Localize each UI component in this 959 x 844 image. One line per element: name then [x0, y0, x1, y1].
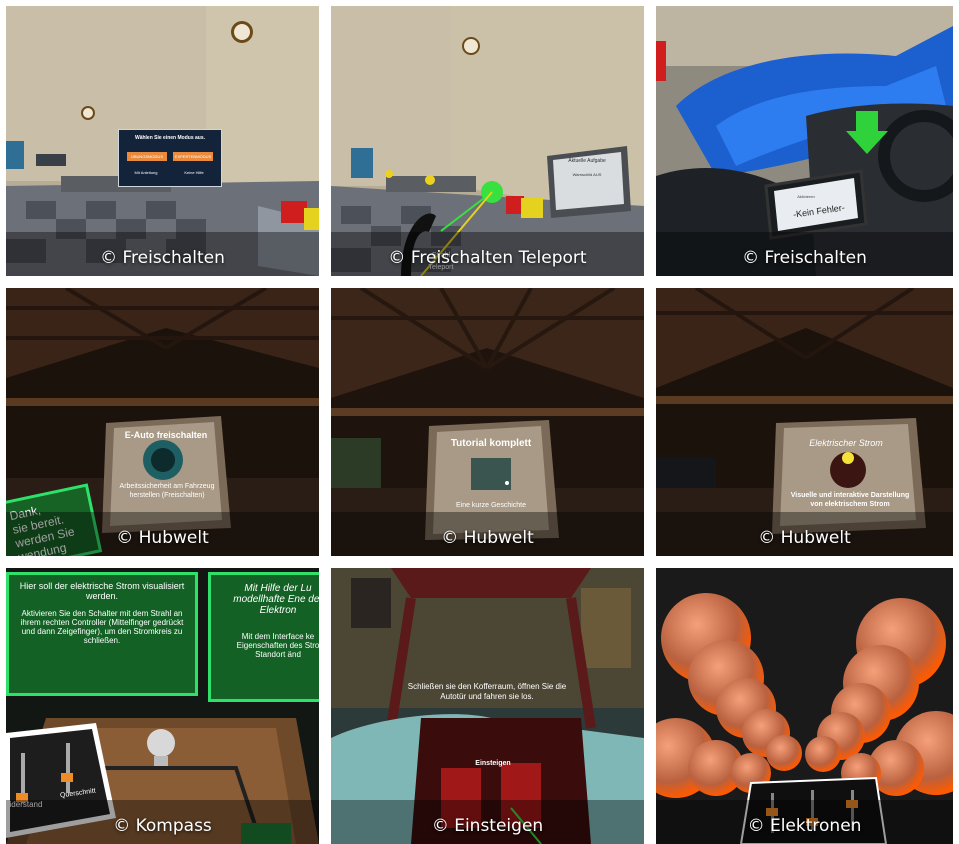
menu-title: Wählen Sie einen Modus aus. [134, 135, 205, 141]
board-title: Tutorial komplett [450, 438, 532, 449]
tile-hubwelt-eauto: E-Auto freischalten Arbeitssicherheit am… [6, 288, 319, 556]
no-help-option[interactable]: Keine Hilfe [173, 170, 215, 175]
tile-caption: © Hubwelt [116, 528, 209, 548]
board-description: Arbeitssicherheit am Fahrzeug herstellen… [119, 483, 215, 499]
board-title: Elektrischer Strom [809, 438, 883, 448]
tile-kompass: Hier soll der elektrische Strom visualis… [6, 568, 319, 844]
board-description: Eine kurze Geschichte [455, 502, 527, 509]
tile-elektronen: © Elektronen [656, 568, 953, 844]
tile-hubwelt-strom: Elektrischer Strom Visuelle und interakt… [656, 288, 953, 556]
task-panel-task: Warnschild AUS [572, 172, 602, 177]
tile-einsteigen: Schließen sie den Kofferraum, öffnen Sie… [331, 568, 644, 844]
info-panel-right-body: Mit dem Interface ke Eigenschaften des S… [236, 632, 319, 659]
info-panel-left: Hier soll der elektrische Strom visualis… [6, 572, 198, 696]
task-instruction: Schließen sie den Kofferraum, öffnen Sie… [407, 682, 567, 701]
tile-caption: © Kompass [113, 816, 212, 836]
tile-freischalten-teleport: Aktuelle Aufgabe Warnschild AUS Strahl T… [331, 6, 644, 276]
info-panel-left-heading: Hier soll der elektrische Strom visualis… [19, 581, 185, 601]
task-panel-header: Aktuelle Aufgabe [568, 158, 606, 164]
info-panel-right: Mit Hilfe der Lu modellhafte Ene der Ele… [208, 572, 319, 702]
board-in-button[interactable]: Einsteigen [471, 760, 515, 769]
practice-mode-button[interactable]: ÜBUNGSMODUS [127, 152, 167, 161]
tile-freischalten-menu: Wählen Sie einen Modus aus. ÜBUNGSMODUS … [6, 6, 319, 276]
tile-hubwelt-tutorial: Tutorial komplett Eine kurze Geschichte … [331, 288, 644, 556]
tile-caption: © Freischalten Teleport [388, 248, 587, 268]
tile-caption: © Hubwelt [758, 528, 851, 548]
board-title: E-Auto freischalten [124, 430, 208, 440]
board-description: Visuelle und interaktive Darstellung von… [790, 492, 910, 508]
tile-caption: © Freischalten [100, 248, 225, 268]
tile-freischalten-car: Aktivieren -Kein Fehler- © Freischalten [656, 6, 953, 276]
tile-caption: © Einsteigen [431, 816, 544, 836]
tile-caption: © Elektronen [747, 816, 862, 836]
mode-selection-menu: Wählen Sie einen Modus aus. ÜBUNGSMODUS … [118, 129, 222, 187]
device-label: Aktivieren [797, 194, 815, 199]
info-panel-left-body: Aktivieren Sie den Schalter mit dem Stra… [20, 609, 184, 645]
info-panel-right-heading: Mit Hilfe der Lu modellhafte Ene der Ele… [233, 583, 319, 616]
tile-caption: © Freischalten [742, 248, 867, 268]
tile-caption: © Hubwelt [441, 528, 534, 548]
guided-option[interactable]: Mit Anleitung [125, 170, 167, 175]
expert-mode-button[interactable]: EXPERTENMODUS [173, 152, 213, 161]
